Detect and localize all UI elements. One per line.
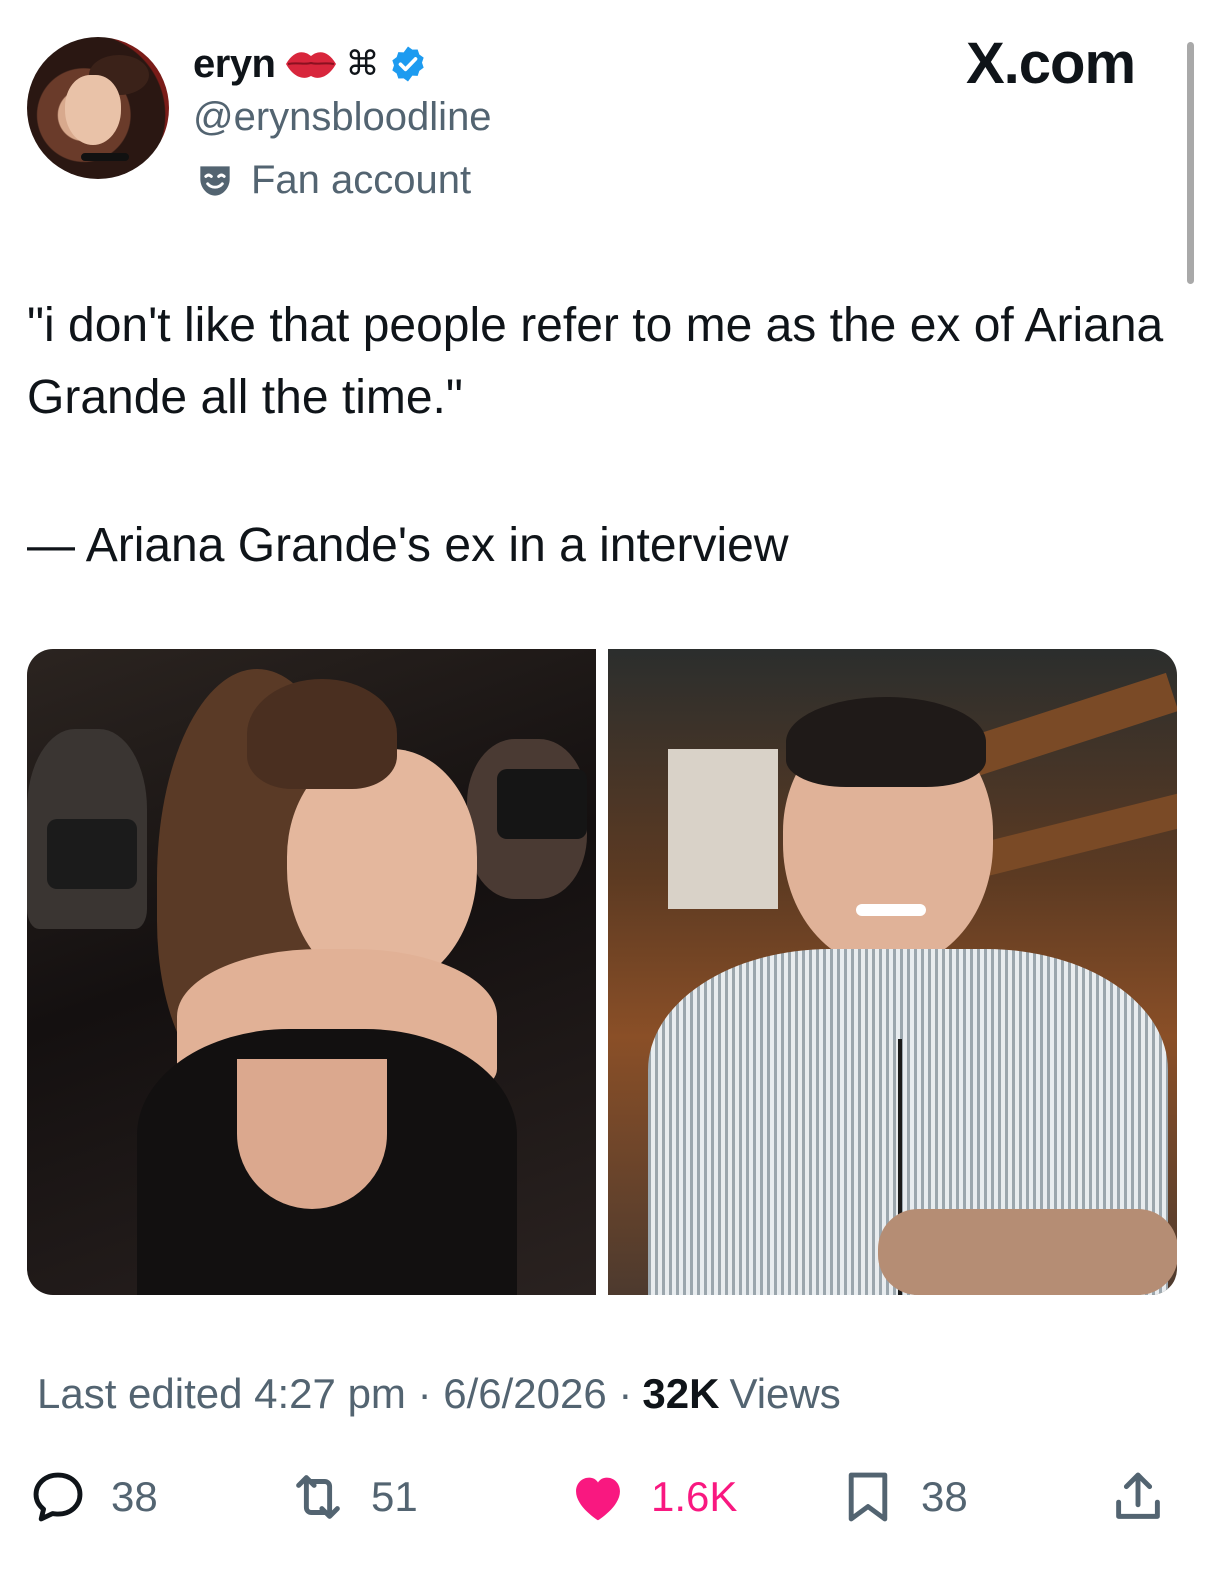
fan-account-text: Fan account <box>251 158 472 202</box>
photo-man-smiling[interactable] <box>608 649 1177 1295</box>
bookmark-button[interactable]: 38 <box>837 1462 968 1532</box>
views-label: Views <box>729 1370 841 1417</box>
action-bar: 38 51 1.6K 38 <box>27 1462 1177 1532</box>
bookmark-count: 38 <box>921 1473 968 1520</box>
tweet-attribution: — Ariana Grande's ex in a interview <box>27 519 789 572</box>
tweet-text: "i don't like that people refer to me as… <box>27 299 1177 424</box>
tweet-meta: Last edited 4:27 pm · 6/6/2026 · 32K Vie… <box>37 1370 841 1418</box>
repost-icon <box>296 1475 340 1519</box>
display-name[interactable]: eryn <box>193 42 276 87</box>
avatar[interactable] <box>27 37 169 179</box>
lips-icon <box>285 52 336 78</box>
fan-account-label: Fan account <box>193 158 471 203</box>
verified-badge-icon <box>391 46 424 82</box>
like-count: 1.6K <box>651 1473 738 1520</box>
share-button[interactable] <box>1107 1462 1169 1532</box>
media-grid <box>27 649 1177 1295</box>
edited-timestamp[interactable]: Last edited 4:27 pm · 6/6/2026 · <box>37 1370 632 1418</box>
theater-mask-icon <box>200 165 230 196</box>
bookmark-icon <box>848 1472 888 1522</box>
views-count: 32K <box>642 1370 720 1417</box>
command-symbol: ⌘ <box>345 44 380 84</box>
reply-icon <box>33 1472 83 1522</box>
reply-button[interactable]: 38 <box>27 1462 158 1532</box>
scrollbar[interactable] <box>1187 42 1194 284</box>
avatar-choker <box>81 153 129 161</box>
heart-icon <box>576 1477 620 1521</box>
user-handle[interactable]: @erynsbloodline <box>193 95 492 140</box>
repost-button[interactable]: 51 <box>287 1462 418 1532</box>
share-icon <box>1116 1472 1160 1519</box>
like-button[interactable]: 1.6K <box>567 1462 737 1532</box>
photo-woman-red-carpet[interactable] <box>27 649 596 1295</box>
reply-count: 38 <box>111 1473 158 1520</box>
x-brand-logo: X.com <box>966 31 1136 96</box>
repost-count: 51 <box>371 1473 418 1520</box>
avatar-face <box>65 75 121 145</box>
name-row: eryn ⌘ <box>193 38 428 90</box>
